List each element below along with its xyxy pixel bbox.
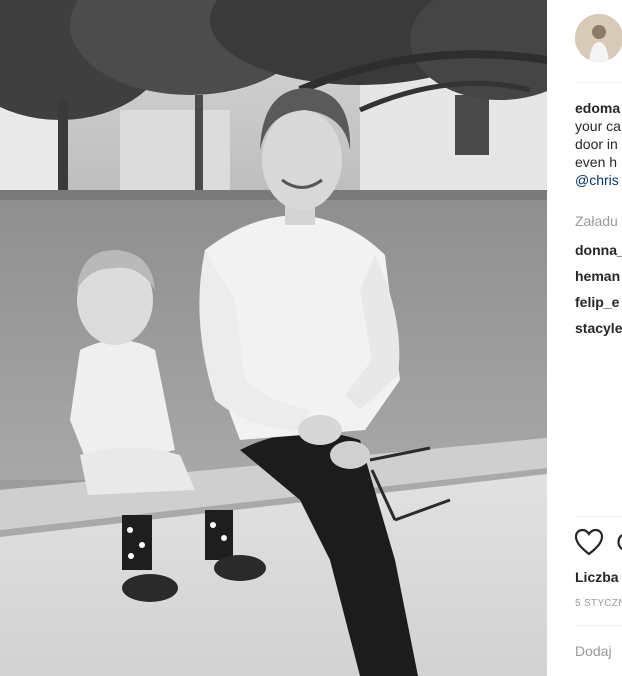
caption-line: even h [575, 154, 618, 170]
load-more-comments-button[interactable]: Załadu [575, 213, 618, 229]
add-comment-input[interactable]: Dodaj [575, 643, 612, 659]
post-caption: edoma your ca door in even h @chris [575, 99, 622, 189]
actions-divider [575, 516, 622, 517]
comment-username[interactable]: stacyle [575, 319, 622, 345]
heart-icon[interactable] [574, 528, 604, 556]
photo-illustration [0, 0, 547, 676]
post-date: 5 STYCZN [575, 598, 622, 609]
likes-count[interactable]: Liczba [575, 569, 619, 585]
comment-username[interactable]: felip_e [575, 293, 622, 319]
comment-list: donna_ heman felip_e stacyle [575, 241, 622, 345]
caption-line: your ca [575, 118, 621, 134]
avatar-image [575, 14, 622, 62]
avatar[interactable] [575, 14, 622, 62]
comment-icon[interactable] [617, 532, 622, 554]
post-photo[interactable] [0, 0, 547, 676]
header-divider [575, 82, 622, 83]
comment-username[interactable]: donna_ [575, 241, 622, 267]
post-sidebar: edoma your ca door in even h @chris Zała… [547, 0, 622, 676]
caption-mention-link[interactable]: @chris [575, 171, 622, 189]
comment-divider [575, 625, 622, 626]
caption-line: door in [575, 136, 618, 152]
comment-username[interactable]: heman [575, 267, 622, 293]
caption-username[interactable]: edoma [575, 100, 620, 116]
